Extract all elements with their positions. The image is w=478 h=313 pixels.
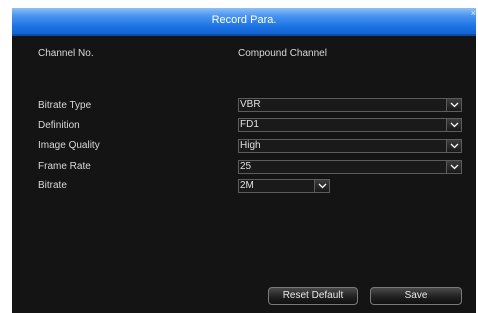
- dialog-titlebar: Record Para. ×: [12, 8, 476, 36]
- channel-no-label: Channel No.: [38, 48, 94, 59]
- chevron-down-icon[interactable]: [446, 161, 461, 173]
- chevron-down-icon[interactable]: [446, 99, 461, 111]
- dialog-title: Record Para.: [211, 14, 277, 26]
- bitrate-label: Bitrate: [38, 180, 67, 191]
- close-icon[interactable]: ×: [471, 8, 476, 18]
- channel-no-value: Compound Channel: [238, 48, 327, 59]
- definition-select[interactable]: FD1: [238, 118, 462, 132]
- bitrate-type-select[interactable]: VBR: [238, 98, 462, 112]
- chevron-down-icon[interactable]: [446, 140, 461, 152]
- chevron-down-icon[interactable]: [314, 180, 329, 192]
- reset-default-button[interactable]: Reset Default: [268, 287, 358, 305]
- definition-value: FD1: [240, 119, 259, 130]
- frame-rate-select[interactable]: 25: [238, 160, 462, 174]
- bitrate-type-value: VBR: [240, 99, 261, 110]
- save-button[interactable]: Save: [370, 287, 462, 305]
- bitrate-select[interactable]: 2M: [238, 179, 330, 193]
- image-quality-value: High: [240, 140, 261, 151]
- frame-rate-label: Frame Rate: [38, 161, 91, 172]
- image-quality-label: Image Quality: [38, 140, 100, 151]
- definition-label: Definition: [38, 120, 80, 131]
- bitrate-value: 2M: [240, 180, 254, 191]
- frame-rate-value: 25: [240, 161, 252, 172]
- chevron-down-icon[interactable]: [446, 119, 461, 131]
- bitrate-type-label: Bitrate Type: [38, 100, 92, 111]
- image-quality-select[interactable]: High: [238, 139, 462, 153]
- record-params-dialog: Record Para. × Channel No. Compound Chan…: [12, 8, 476, 313]
